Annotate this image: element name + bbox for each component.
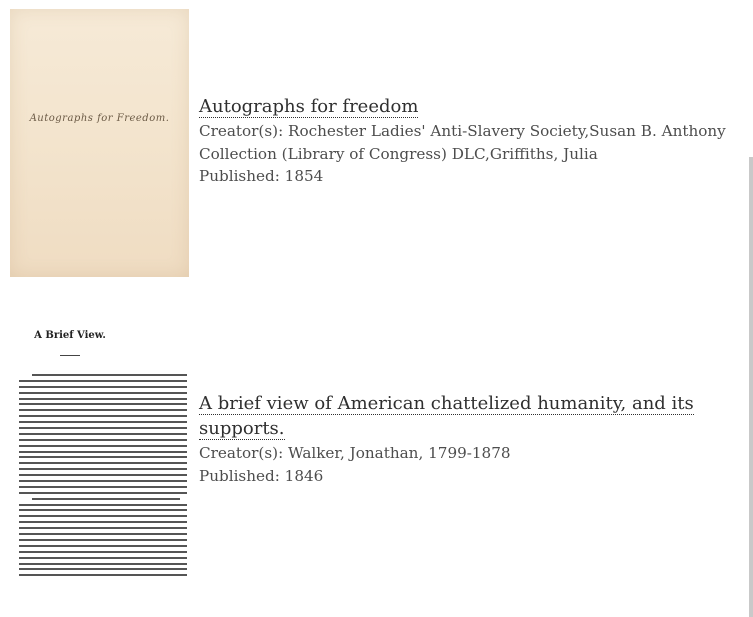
page-text-line <box>19 533 187 536</box>
page-text-line <box>19 379 187 382</box>
creators-value: Walker, Jonathan, 1799-1878 <box>288 444 511 462</box>
page-body-lines <box>19 374 187 580</box>
published-value: 1846 <box>284 466 324 485</box>
page-text-line <box>19 456 187 459</box>
page-text-line <box>19 385 187 388</box>
page-text-line <box>19 474 187 477</box>
published-label: Published: <box>199 167 280 185</box>
page-text-line <box>19 527 187 530</box>
page-text-line <box>19 421 187 424</box>
page-text-line <box>19 409 187 412</box>
scrollbar-thumb[interactable] <box>749 157 753 617</box>
result-creators: Creator(s): Rochester Ladies' Anti-Slave… <box>199 120 753 165</box>
result-title-link[interactable]: A brief view of American chattelized hum… <box>199 393 694 440</box>
page-text-line <box>19 538 187 541</box>
published-value: 1854 <box>284 167 324 185</box>
page-text-line <box>19 391 187 394</box>
page-text-line <box>32 374 187 376</box>
cover-title-text: Autographs for Freedom. <box>29 113 170 124</box>
result-details: A brief view of American chattelized hum… <box>199 391 753 487</box>
page-text-line <box>19 438 187 441</box>
search-result: Autographs for Freedom. Autographs for f… <box>0 0 753 290</box>
page-text-line <box>19 544 187 547</box>
page-text-line <box>19 427 187 430</box>
page-text-line <box>19 562 187 565</box>
page-text-line <box>19 491 187 494</box>
page-text-line <box>19 574 187 577</box>
page-text-line <box>19 403 187 406</box>
page-text-line <box>19 521 187 524</box>
creators-label: Creator(s): <box>199 122 284 140</box>
page-text-line <box>19 550 187 553</box>
page-text-line <box>19 444 187 447</box>
page-text-line <box>19 509 187 512</box>
page-text-line <box>19 432 187 435</box>
page-text-line <box>19 556 187 559</box>
book-cover-thumbnail[interactable]: Autographs for Freedom. <box>10 9 189 277</box>
result-published: Published: 1854 <box>199 165 753 188</box>
result-creators: Creator(s): Walker, Jonathan, 1799-1878 <box>199 442 753 465</box>
page-text-line <box>19 468 187 471</box>
scrollbar[interactable] <box>749 157 753 617</box>
page-text-line <box>19 480 187 483</box>
result-details: Autographs for freedom Creator(s): Roche… <box>199 94 753 188</box>
page-text-line <box>19 450 187 453</box>
page-text-line <box>32 497 181 500</box>
page-text-line <box>19 503 187 506</box>
page-text-line <box>19 397 187 400</box>
page-text-line <box>19 515 187 518</box>
page-text-line <box>19 485 187 488</box>
page-text-line <box>19 462 187 465</box>
page-divider <box>60 355 80 356</box>
creators-label: Creator(s): <box>199 444 284 462</box>
page-text-line <box>19 568 187 571</box>
published-label: Published: <box>199 466 280 485</box>
page-text-line <box>19 415 187 418</box>
page-heading-text: A Brief View. <box>34 330 106 341</box>
result-published: Published: 1846 <box>199 465 753 488</box>
result-title-link[interactable]: Autographs for freedom <box>199 96 419 118</box>
book-page-thumbnail[interactable]: A Brief View. <box>10 312 189 580</box>
search-result: A Brief View. A brief view of American c… <box>0 300 753 600</box>
